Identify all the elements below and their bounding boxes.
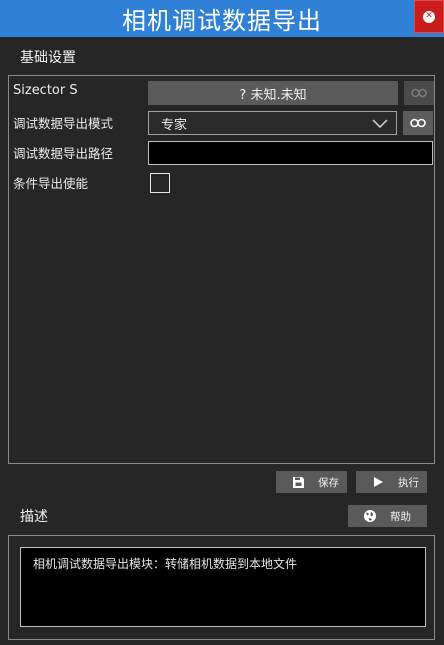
description-text: 相机调试数据导出模块：转储相机数据到本地文件 xyxy=(20,547,426,627)
device-label: Sizector S xyxy=(13,83,78,98)
execute-button[interactable]: 执行 xyxy=(356,471,427,493)
export-mode-label: 调试数据导出模式 xyxy=(13,116,114,131)
close-icon: ✕ xyxy=(423,10,435,23)
play-icon xyxy=(368,476,388,488)
save-button-label: 保存 xyxy=(318,476,339,489)
help-button[interactable]: 帮助 xyxy=(348,505,427,527)
help-button-label: 帮助 xyxy=(390,510,411,523)
conditional-export-checkbox[interactable] xyxy=(150,173,170,193)
section-description: 描述 xyxy=(20,509,48,525)
save-icon xyxy=(288,476,308,489)
globe-icon xyxy=(360,509,380,523)
title-bar: 相机调试数据导出 ✕ xyxy=(0,0,444,37)
link-icon xyxy=(411,88,427,98)
link-icon xyxy=(410,118,426,128)
device-link-button[interactable] xyxy=(404,81,434,105)
close-button[interactable]: ✕ xyxy=(414,0,444,33)
export-path-label: 调试数据导出路径 xyxy=(13,146,114,161)
conditional-export-label: 条件导出使能 xyxy=(13,176,89,191)
export-mode-value: 专家 xyxy=(161,117,188,133)
section-basic-settings: 基础设置 xyxy=(20,50,76,66)
chevron-down-icon xyxy=(372,119,388,129)
execute-button-label: 执行 xyxy=(398,476,419,489)
export-mode-link-button[interactable] xyxy=(403,111,433,135)
window-title: 相机调试数据导出 xyxy=(122,7,322,35)
export-mode-select[interactable]: 专家 xyxy=(148,111,397,135)
export-path-input[interactable] xyxy=(148,141,433,165)
save-button[interactable]: 保存 xyxy=(276,471,347,493)
device-version-display: ? 未知.未知 xyxy=(148,81,398,105)
